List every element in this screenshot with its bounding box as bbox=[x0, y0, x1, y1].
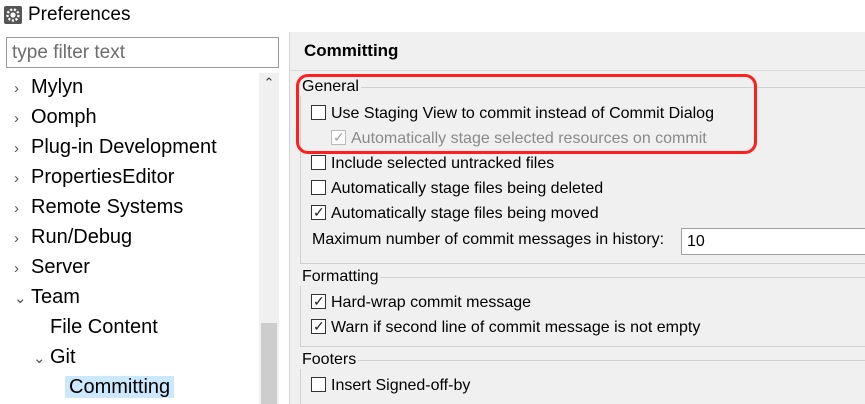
chevron-down-icon[interactable]: ⌄ bbox=[33, 345, 50, 373]
chevron-right-icon[interactable]: › bbox=[14, 135, 31, 163]
chevron-down-icon[interactable]: ⌄ bbox=[14, 285, 31, 313]
option-label: Hard-wrap commit message bbox=[331, 294, 532, 311]
chevron-up-icon[interactable]: ⌃ bbox=[259, 73, 279, 93]
preferences-gear-icon bbox=[4, 6, 22, 24]
tree-item-server[interactable]: › Server bbox=[14, 253, 90, 283]
auto-stage-moved-option[interactable]: Automatically stage files being moved bbox=[311, 202, 599, 226]
tree-item-label: Mylyn bbox=[31, 76, 84, 98]
tree-item-mylyn[interactable]: › Mylyn bbox=[14, 73, 83, 103]
checkbox-checked[interactable] bbox=[311, 202, 326, 222]
chevron-right-icon[interactable]: › bbox=[14, 75, 31, 103]
tree-item-label: Git bbox=[50, 346, 76, 368]
option-label: Include selected untracked files bbox=[331, 155, 555, 172]
filter-input[interactable] bbox=[6, 37, 279, 68]
chevron-right-icon[interactable]: › bbox=[14, 195, 31, 223]
include-untracked-option[interactable]: Include selected untracked files bbox=[311, 154, 554, 176]
footers-group-label: Footers bbox=[300, 351, 359, 369]
tree-item-label: Plug-in Development bbox=[31, 136, 217, 158]
checkbox-checked[interactable] bbox=[311, 316, 326, 336]
tree-item-label: PropertiesEditor bbox=[31, 166, 175, 188]
divider bbox=[290, 70, 865, 71]
title-bar: Preferences bbox=[0, 0, 865, 32]
tree-item-label: Team bbox=[31, 286, 80, 308]
tree-item-label: Oomph bbox=[31, 106, 97, 128]
tree-item-committing[interactable]: Committing bbox=[48, 373, 175, 403]
annotation-highlight bbox=[296, 74, 757, 154]
tree-item-oomph[interactable]: › Oomph bbox=[14, 103, 97, 133]
tree-item-properties-editor[interactable]: › PropertiesEditor bbox=[14, 163, 174, 193]
option-label: Automatically stage files being moved bbox=[331, 205, 599, 222]
max-messages-input[interactable] bbox=[681, 228, 865, 255]
tree-item-file-content[interactable]: File Content bbox=[33, 313, 158, 343]
max-messages-label: Maximum number of commit messages in his… bbox=[312, 231, 665, 248]
tree-item-run-debug[interactable]: › Run/Debug bbox=[14, 223, 132, 253]
tree-item-label: Server bbox=[31, 256, 90, 278]
chevron-right-icon[interactable]: › bbox=[14, 165, 31, 193]
page-title: Committing bbox=[304, 41, 399, 60]
preferences-tree: › Mylyn › Oomph › Plug-in Development › Prop… bbox=[0, 73, 259, 404]
chevron-right-icon[interactable]: › bbox=[14, 105, 31, 133]
tree-item-git[interactable]: ⌄ Git bbox=[33, 343, 76, 373]
checkbox-unchecked[interactable] bbox=[311, 155, 326, 170]
checkbox-unchecked[interactable] bbox=[311, 180, 326, 195]
scrollbar-thumb[interactable] bbox=[261, 323, 277, 404]
tree-item-team[interactable]: ⌄ Team bbox=[14, 283, 80, 313]
chevron-right-icon[interactable]: › bbox=[14, 225, 31, 253]
checkbox-unchecked[interactable] bbox=[311, 377, 326, 392]
tree-scrollbar[interactable]: ⌃ bbox=[259, 73, 279, 404]
tree-item-label: Remote Systems bbox=[31, 196, 184, 218]
tree-item-label: Run/Debug bbox=[31, 226, 133, 248]
tree-item-label: File Content bbox=[50, 316, 158, 338]
checkbox-checked[interactable] bbox=[311, 291, 326, 311]
window-title: Preferences bbox=[28, 4, 131, 25]
tree-item-remote-systems[interactable]: › Remote Systems bbox=[14, 193, 183, 223]
tree-item-label: Committing bbox=[65, 376, 175, 398]
signed-off-by-option[interactable]: Insert Signed-off-by bbox=[311, 376, 470, 398]
warn-second-line-option[interactable]: Warn if second line of commit message is… bbox=[311, 316, 701, 340]
option-label: Warn if second line of commit message is… bbox=[331, 319, 701, 336]
chevron-right-icon[interactable]: › bbox=[14, 255, 31, 283]
option-label: Automatically stage files being deleted bbox=[331, 180, 604, 197]
panel-sash[interactable] bbox=[280, 32, 289, 404]
hard-wrap-option[interactable]: Hard-wrap commit message bbox=[311, 291, 532, 315]
option-label: Insert Signed-off-by bbox=[331, 377, 471, 394]
formatting-group-label: Formatting bbox=[300, 268, 381, 286]
tree-item-plugin-development[interactable]: › Plug-in Development bbox=[14, 133, 217, 163]
auto-stage-deleted-option[interactable]: Automatically stage files being deleted bbox=[311, 179, 603, 201]
